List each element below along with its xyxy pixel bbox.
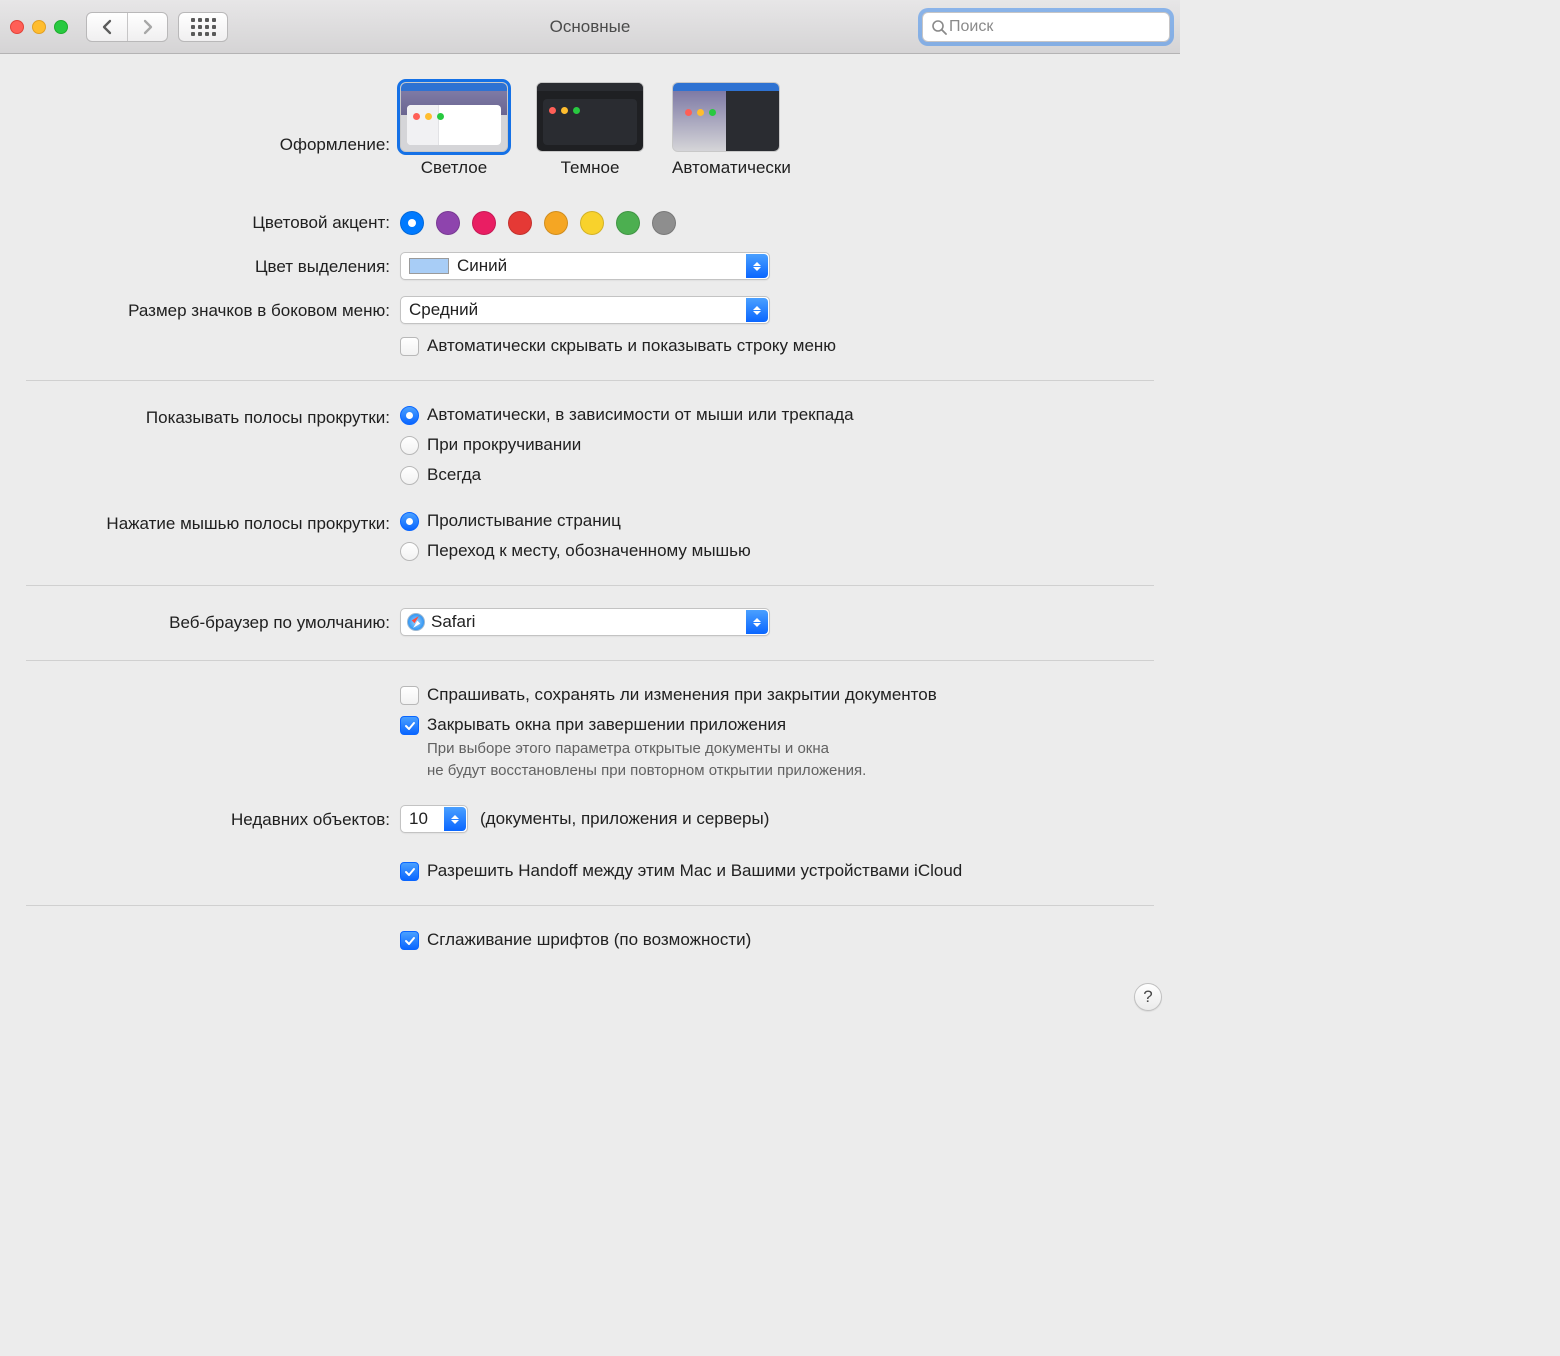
appearance-thumb-auto <box>672 82 780 152</box>
recent-row: Недавних объектов: 10 (документы, прилож… <box>26 805 1154 835</box>
appearance-thumb-dark <box>536 82 644 152</box>
scroll-click-label: Нажатие мышью полосы прокрутки: <box>26 509 400 539</box>
window-controls <box>10 20 68 34</box>
appearance-caption: Автоматически <box>672 158 791 178</box>
accent-swatch[interactable] <box>616 211 640 235</box>
documents-row: Спрашивать, сохранять ли изменения при з… <box>26 683 1154 781</box>
handoff-row: Разрешить Handoff между этим Mac и Вашим… <box>26 859 1154 883</box>
scroll-click-radio[interactable] <box>400 512 419 531</box>
close-windows-label: Закрывать окна при завершении приложения <box>427 715 786 734</box>
recent-value: 10 <box>409 809 428 829</box>
accent-swatch[interactable] <box>436 211 460 235</box>
scroll-show-row: Показывать полосы прокрутки: Автоматичес… <box>26 403 1154 487</box>
scroll-show-radio[interactable] <box>400 436 419 455</box>
close-windows-note1: При выборе этого параметра открытые доку… <box>427 739 866 759</box>
accent-swatches <box>400 208 1154 238</box>
scroll-show-option-label: Всегда <box>427 463 481 487</box>
accent-swatch[interactable] <box>580 211 604 235</box>
highlight-select[interactable]: Синий <box>400 252 770 280</box>
accent-row: Цветовой акцент: <box>26 208 1154 238</box>
highlight-value: Синий <box>457 256 507 276</box>
scroll-click-radio[interactable] <box>400 542 419 561</box>
search-input[interactable] <box>947 17 1161 37</box>
handoff-checkbox[interactable] <box>400 862 419 881</box>
menubar-hide-checkbox[interactable] <box>400 337 419 356</box>
sidebar-icon-select[interactable]: Средний <box>400 296 770 324</box>
font-smoothing-row: Сглаживание шрифтов (по возможности) <box>26 928 1154 952</box>
scroll-click-option-label: Пролистывание страниц <box>427 509 621 533</box>
appearance-option-dark[interactable]: Темное <box>536 82 644 178</box>
recent-suffix: (документы, приложения и серверы) <box>480 809 769 829</box>
recent-label: Недавних объектов: <box>26 805 400 835</box>
appearance-option-auto[interactable]: Автоматически <box>672 82 791 178</box>
font-smoothing-checkbox[interactable] <box>400 931 419 950</box>
scroll-show-option-label: При прокручивании <box>427 433 581 457</box>
accent-swatch[interactable] <box>472 211 496 235</box>
search-field-wrap[interactable] <box>922 12 1170 42</box>
help-button[interactable]: ? <box>1134 983 1162 1011</box>
appearance-caption: Светлое <box>400 158 508 178</box>
close-window-button[interactable] <box>10 20 24 34</box>
scroll-show-radio[interactable] <box>400 406 419 425</box>
accent-swatch[interactable] <box>652 211 676 235</box>
browser-select[interactable]: Safari <box>400 608 770 636</box>
chevron-right-icon <box>142 19 154 35</box>
scroll-click-options: Пролистывание страниц Переход к месту, об… <box>400 509 1154 563</box>
appearance-row: Оформление: Светлое Темное <box>26 82 1154 178</box>
accent-swatch[interactable] <box>400 211 424 235</box>
minimize-window-button[interactable] <box>32 20 46 34</box>
scroll-show-label: Показывать полосы прокрутки: <box>26 403 400 433</box>
divider <box>26 660 1154 661</box>
chevron-left-icon <box>101 19 113 35</box>
content: Оформление: Светлое Темное <box>0 54 1180 1025</box>
divider <box>26 905 1154 906</box>
handoff-label: Разрешить Handoff между этим Mac и Вашим… <box>427 859 962 883</box>
scroll-show-option-label: Автоматически, в зависимости от мыши или… <box>427 403 854 427</box>
zoom-window-button[interactable] <box>54 20 68 34</box>
nav-segmented <box>86 12 168 42</box>
accent-label: Цветовой акцент: <box>26 208 400 238</box>
safari-icon <box>407 613 425 631</box>
show-all-button[interactable] <box>178 12 228 42</box>
appearance-caption: Темное <box>536 158 644 178</box>
divider <box>26 585 1154 586</box>
sidebar-icon-row: Размер значков в боковом меню: Средний А… <box>26 296 1154 358</box>
popup-arrows-icon <box>444 807 466 831</box>
accent-swatch[interactable] <box>544 211 568 235</box>
browser-value: Safari <box>431 612 475 632</box>
forward-button[interactable] <box>127 13 167 41</box>
grid-icon <box>191 18 216 36</box>
close-windows-checkbox[interactable] <box>400 716 419 735</box>
browser-label: Веб-браузер по умолчанию: <box>26 608 400 638</box>
back-button[interactable] <box>87 13 127 41</box>
scroll-show-options: Автоматически, в зависимости от мыши или… <box>400 403 1154 487</box>
titlebar: Основные <box>0 0 1180 54</box>
close-windows-note2: не будут восстановлены при повторном отк… <box>427 761 866 781</box>
popup-arrows-icon <box>746 254 768 278</box>
search-icon <box>931 19 947 35</box>
highlight-color-chip <box>409 258 449 274</box>
highlight-row: Цвет выделения: Синий <box>26 252 1154 282</box>
font-smoothing-label: Сглаживание шрифтов (по возможности) <box>427 928 751 952</box>
ask-save-label: Спрашивать, сохранять ли изменения при з… <box>427 683 937 707</box>
appearance-option-light[interactable]: Светлое <box>400 82 508 178</box>
sidebar-icon-label: Размер значков в боковом меню: <box>26 296 400 326</box>
popup-arrows-icon <box>746 610 768 634</box>
scroll-click-option-label: Переход к месту, обозначенному мышью <box>427 539 751 563</box>
scroll-click-row: Нажатие мышью полосы прокрутки: Пролисты… <box>26 509 1154 563</box>
highlight-label: Цвет выделения: <box>26 252 400 282</box>
menubar-hide-label: Автоматически скрывать и показывать стро… <box>427 334 836 358</box>
divider <box>26 380 1154 381</box>
appearance-label: Оформление: <box>26 82 400 160</box>
ask-save-checkbox[interactable] <box>400 686 419 705</box>
scroll-show-radio[interactable] <box>400 466 419 485</box>
browser-row: Веб-браузер по умолчанию: Safari <box>26 608 1154 638</box>
sidebar-icon-value: Средний <box>409 300 478 320</box>
appearance-thumb-light <box>400 82 508 152</box>
recent-select[interactable]: 10 <box>400 805 468 833</box>
popup-arrows-icon <box>746 298 768 322</box>
accent-swatch[interactable] <box>508 211 532 235</box>
